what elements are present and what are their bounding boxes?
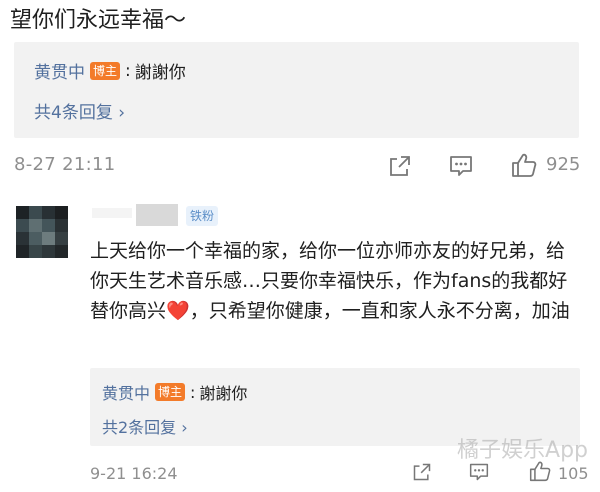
reply-text: 謝謝你	[199, 384, 248, 403]
like-count: 105	[558, 464, 589, 483]
reply-line: 黄贯中 博主 : 謝謝你	[34, 58, 186, 84]
blogger-badge: 博主	[90, 61, 121, 80]
comment-time: 9-21 16:24	[90, 464, 178, 483]
comment-actions: 9-21 16:24 105	[0, 456, 600, 492]
reply-colon: :	[125, 60, 131, 81]
comment-text: 望你们永远幸福～	[10, 8, 187, 33]
more-replies-link[interactable]: 共4条回复 ›	[34, 98, 125, 123]
comment-icon[interactable]	[448, 154, 474, 182]
username-redacted-block	[136, 204, 178, 226]
comment-icon[interactable]	[468, 462, 490, 486]
blogger-badge: 博主	[155, 383, 186, 401]
comment-actions: 8-27 21:11 925	[0, 146, 600, 186]
username-redacted	[92, 208, 132, 218]
share-icon[interactable]	[388, 154, 412, 182]
share-icon[interactable]	[412, 462, 432, 486]
comment-text-end: ，只希望你健康，一直和家人永不分离，加油	[189, 300, 570, 322]
reply-colon: :	[190, 382, 196, 402]
more-replies-link[interactable]: 共2条回复 ›	[102, 414, 188, 438]
like-icon[interactable]	[528, 460, 552, 486]
reply-box[interactable]: 黄贯中 博主 : 謝謝你 共4条回复 ›	[14, 42, 579, 138]
fan-badge: 铁粉	[186, 206, 219, 226]
reply-author[interactable]: 黄贯中	[34, 58, 85, 83]
comment-feed: 望你们永远幸福～ 黄贯中 博主 : 謝謝你 共4条回复 › 8-27 21:11	[0, 0, 600, 492]
reply-line: 黄贯中 博主 : 謝謝你	[102, 380, 247, 404]
avatar[interactable]	[16, 206, 68, 258]
reply-author[interactable]: 黄贯中	[102, 380, 150, 404]
comment-time: 8-27 21:11	[14, 154, 116, 175]
comment-text: 上天给你一个幸福的家，给你一位亦师亦友的好兄弟，给你天生艺术音乐感…只要你幸福快…	[90, 236, 580, 326]
like-icon[interactable]	[510, 152, 538, 182]
heart-emoji: ❤️	[166, 300, 190, 322]
reply-text: 謝謝你	[134, 63, 186, 83]
like-count: 925	[546, 154, 581, 175]
